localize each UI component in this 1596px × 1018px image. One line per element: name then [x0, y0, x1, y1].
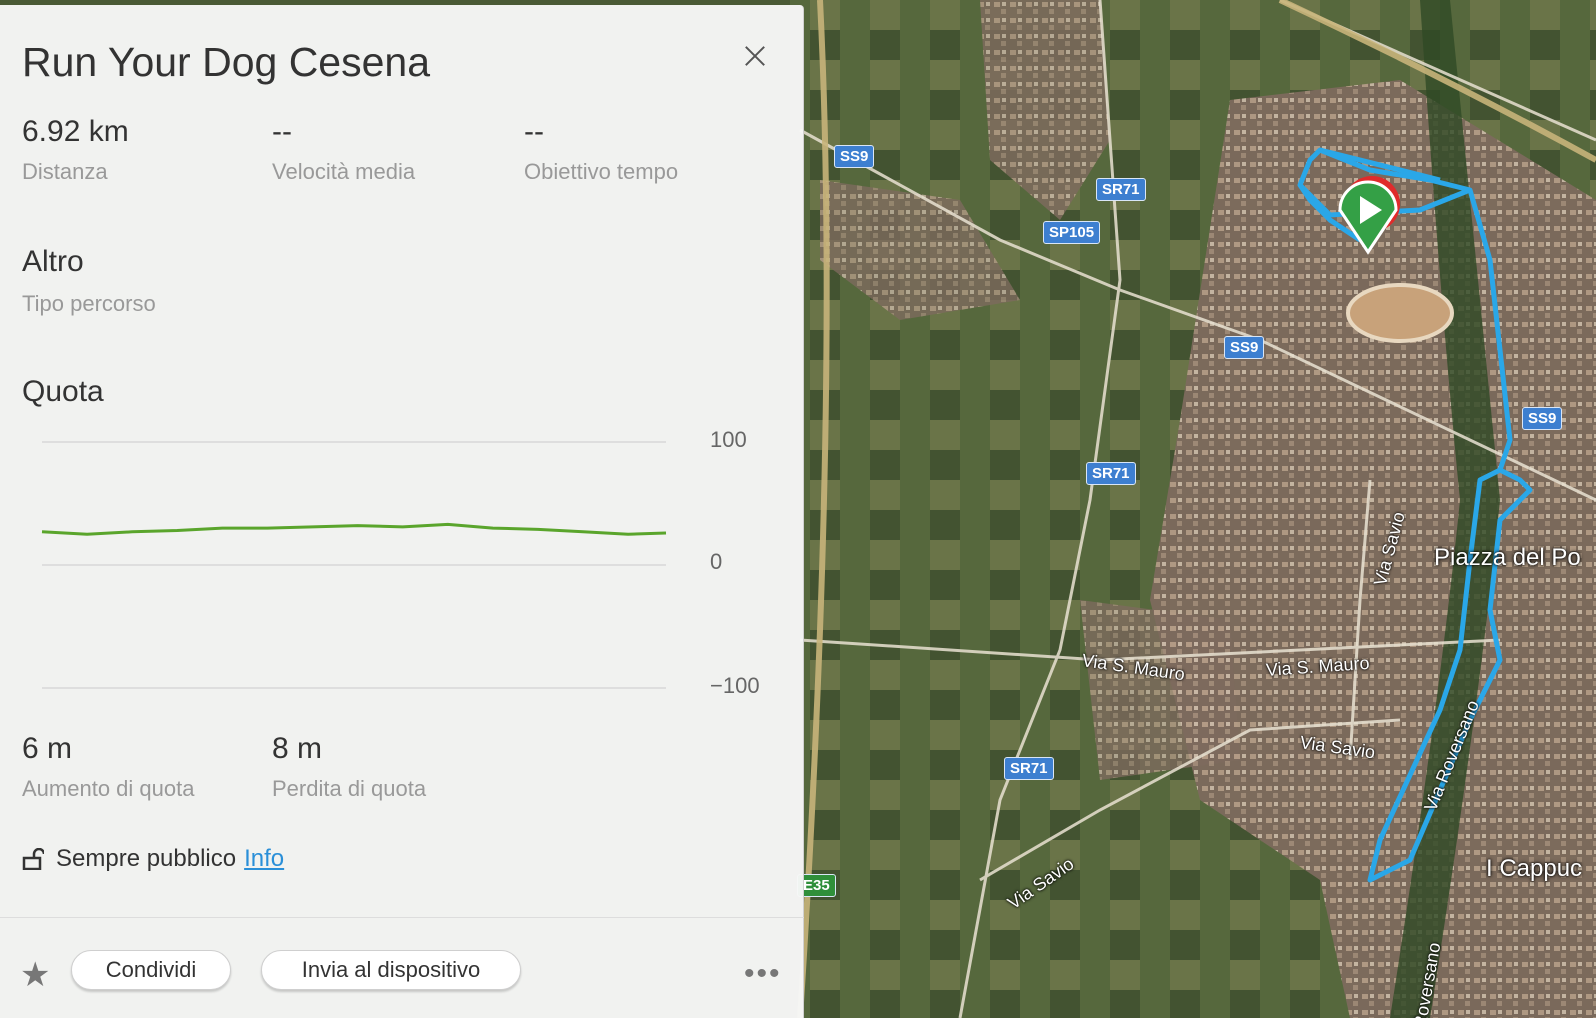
route-title: Run Your Dog Cesena	[22, 39, 431, 85]
privacy-label: Sempre pubblico	[56, 845, 237, 872]
y-tick-label: 0	[710, 549, 723, 574]
close-icon[interactable]	[738, 39, 772, 73]
elevation-gain-label: Aumento di quota	[22, 776, 195, 801]
elevation-gain-stat: 6 m Aumento di quota	[22, 732, 194, 802]
road-shield: SP105	[1043, 221, 1101, 244]
share-button[interactable]: Condividi	[71, 950, 231, 990]
elevation-chart-svg	[41, 441, 667, 689]
time-goal-value: --	[524, 115, 544, 148]
route-details-panel: Run Your Dog Cesena 6.92 km Distanza -- …	[0, 5, 804, 1018]
road-shield: SS9	[1224, 336, 1265, 359]
place-label: Piazza del Po	[1434, 544, 1581, 571]
y-tick-label: 100	[710, 427, 747, 452]
y-tick-label: −100	[710, 673, 760, 698]
more-icon[interactable]: •••	[744, 957, 782, 991]
avg-speed-stat: -- Velocità media	[272, 115, 415, 185]
time-goal-stat: -- Obiettivo tempo	[524, 115, 678, 185]
elevation-series-line	[41, 522, 667, 536]
send-to-device-button[interactable]: Invia al dispositivo	[261, 950, 521, 990]
avg-speed-value: --	[272, 115, 292, 148]
time-goal-label: Obiettivo tempo	[524, 159, 679, 184]
place-label: I Cappuc	[1486, 855, 1583, 882]
privacy-row: Sempre pubblico Info	[22, 845, 284, 873]
road-shield: SR71	[1086, 462, 1136, 485]
distance-label: Distanza	[22, 159, 108, 184]
road-shield: SS9	[1522, 407, 1563, 430]
road-shield: SR71	[1096, 178, 1146, 201]
route-type-label: Tipo percorso	[22, 291, 156, 316]
distance-stat: 6.92 km Distanza	[22, 115, 129, 185]
distance-value: 6.92 km	[22, 115, 129, 148]
road-shield: SS9	[834, 145, 875, 168]
elevation-loss-stat: 8 m Perdita di quota	[272, 732, 426, 802]
star-icon[interactable]: ★	[20, 955, 50, 995]
road-shield: SR71	[1004, 757, 1054, 780]
unlock-icon	[22, 848, 44, 870]
elevation-loss-value: 8 m	[272, 732, 323, 765]
privacy-info-link[interactable]: Info	[244, 845, 284, 873]
avg-speed-label: Velocità media	[272, 159, 416, 184]
elevation-chart: 100 0 −100	[30, 425, 770, 715]
elevation-loss-label: Perdita di quota	[272, 776, 427, 801]
divider	[0, 917, 804, 918]
route-type-value: Altro	[22, 245, 84, 278]
elevation-gain-value: 6 m	[22, 732, 73, 765]
elevation-heading: Quota	[22, 375, 104, 408]
